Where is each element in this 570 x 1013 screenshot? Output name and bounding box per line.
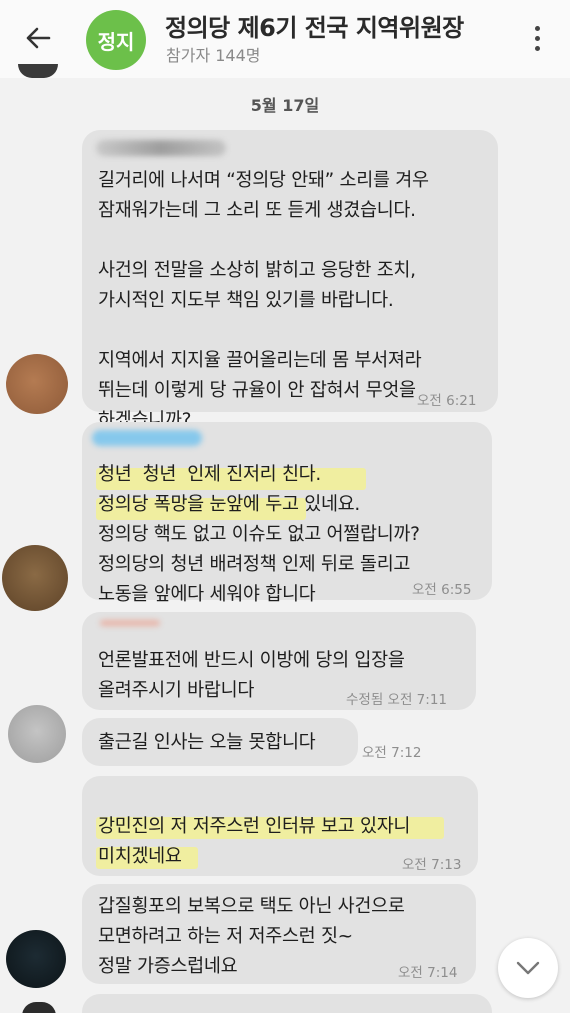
message-text: 출근길 인사는 오늘 못합니다 — [98, 732, 316, 753]
avatar[interactable] — [6, 930, 66, 988]
group-logo[interactable]: 정지 — [86, 10, 146, 70]
avatar[interactable] — [2, 545, 68, 611]
message-bubble[interactable] — [82, 994, 492, 1013]
chat-header: 정지 정의당 제6기 전국 지역위원장 참가자 144명 — [0, 0, 570, 78]
participant-count: 참가자 144명 — [166, 46, 261, 65]
more-vertical-icon — [534, 25, 540, 51]
message-text: 길거리에 나서며 “정의당 안돼” 소리를 겨우 잠재워가는데 그 소리 또 듣… — [98, 170, 429, 431]
sender-name — [96, 140, 226, 156]
back-button[interactable] — [20, 20, 56, 56]
message-time: 오전 7:13 — [402, 857, 462, 873]
avatar[interactable] — [8, 705, 66, 763]
message-time: 오전 7:14 — [398, 965, 458, 981]
date-divider: 5월 17일 — [250, 96, 320, 115]
chevron-down-icon — [516, 961, 540, 975]
message-time: 오전 7:12 — [362, 745, 422, 761]
avatar[interactable] — [6, 354, 68, 414]
message-time: 오전 6:55 — [412, 582, 472, 598]
arrow-left-icon — [26, 27, 51, 49]
message-time: 수정됨 오전 7:11 — [346, 692, 447, 708]
message-text: 청년 청년 인제 진저리 친다. 정의당 폭망을 눈앞에 두고 있네요. 정의당… — [98, 464, 420, 605]
chat-title: 정의당 제6기 전국 지역위원장 — [165, 14, 464, 42]
message-text: 갑질횡포의 보복으로 택도 아닌 사건으로 모면하려고 하는 저 저주스런 짓~… — [98, 896, 405, 977]
avatar[interactable] — [22, 1002, 56, 1013]
scroll-down-button[interactable] — [498, 938, 558, 998]
sender-name — [92, 430, 202, 446]
more-options-button[interactable] — [524, 22, 550, 54]
message-text: 강민진의 저 저주스런 인터뷰 보고 있자니 미치겠네요 — [98, 816, 411, 867]
message-time: 오전 6:21 — [417, 393, 477, 409]
sender-name — [100, 620, 160, 626]
